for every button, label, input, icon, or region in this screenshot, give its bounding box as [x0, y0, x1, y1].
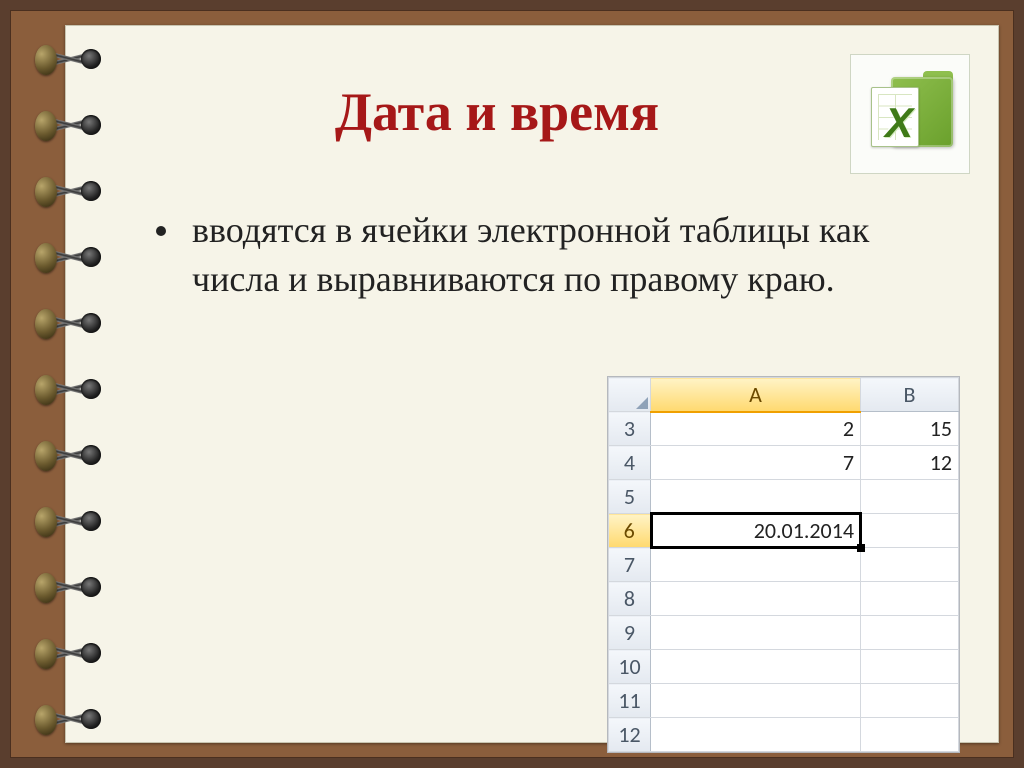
bullet-list: вводятся в ячейки электронной таблицы ка…: [156, 206, 928, 303]
cell[interactable]: 15: [861, 412, 959, 446]
spiral-binding-icon: [41, 25, 101, 743]
cell[interactable]: [861, 582, 959, 616]
cell[interactable]: 2: [651, 412, 861, 446]
select-all-corner[interactable]: [609, 378, 651, 412]
row-header[interactable]: 7: [609, 548, 651, 582]
row-header[interactable]: 9: [609, 616, 651, 650]
column-header-b[interactable]: B: [861, 378, 959, 412]
row-header[interactable]: 3: [609, 412, 651, 446]
cell[interactable]: [651, 480, 861, 514]
cell[interactable]: [861, 616, 959, 650]
cell[interactable]: [651, 548, 861, 582]
row-header[interactable]: 6: [609, 514, 651, 548]
bullet-text: вводятся в ячейки электронной таблицы ка…: [192, 206, 928, 303]
spreadsheet-table: A B 3 2 15 4 7 12 5: [608, 377, 959, 752]
row-header[interactable]: 12: [609, 718, 651, 752]
cell[interactable]: [651, 616, 861, 650]
cell[interactable]: [861, 514, 959, 548]
cell[interactable]: [651, 582, 861, 616]
row-header[interactable]: 4: [609, 446, 651, 480]
column-header-a[interactable]: A: [651, 378, 861, 412]
row-header[interactable]: 11: [609, 684, 651, 718]
cell[interactable]: [651, 718, 861, 752]
cell[interactable]: [861, 650, 959, 684]
slide-frame: X Дата и время вводятся в ячейки электро…: [10, 10, 1014, 758]
cell[interactable]: [861, 548, 959, 582]
cell[interactable]: [651, 684, 861, 718]
row-header[interactable]: 8: [609, 582, 651, 616]
cell[interactable]: 7: [651, 446, 861, 480]
row-header[interactable]: 5: [609, 480, 651, 514]
active-cell[interactable]: 20.01.2014: [651, 514, 861, 548]
slide-title: Дата и время: [66, 81, 998, 143]
cell[interactable]: [861, 480, 959, 514]
cell[interactable]: [861, 684, 959, 718]
spreadsheet-preview: A B 3 2 15 4 7 12 5: [607, 376, 960, 753]
row-header[interactable]: 10: [609, 650, 651, 684]
cell[interactable]: [861, 718, 959, 752]
bullet-item: вводятся в ячейки электронной таблицы ка…: [156, 206, 928, 303]
cell-value: 20.01.2014: [754, 517, 854, 544]
cell[interactable]: 12: [861, 446, 959, 480]
bullet-dot-icon: [156, 226, 166, 236]
cell[interactable]: [651, 650, 861, 684]
slide-page: X Дата и время вводятся в ячейки электро…: [65, 25, 999, 743]
